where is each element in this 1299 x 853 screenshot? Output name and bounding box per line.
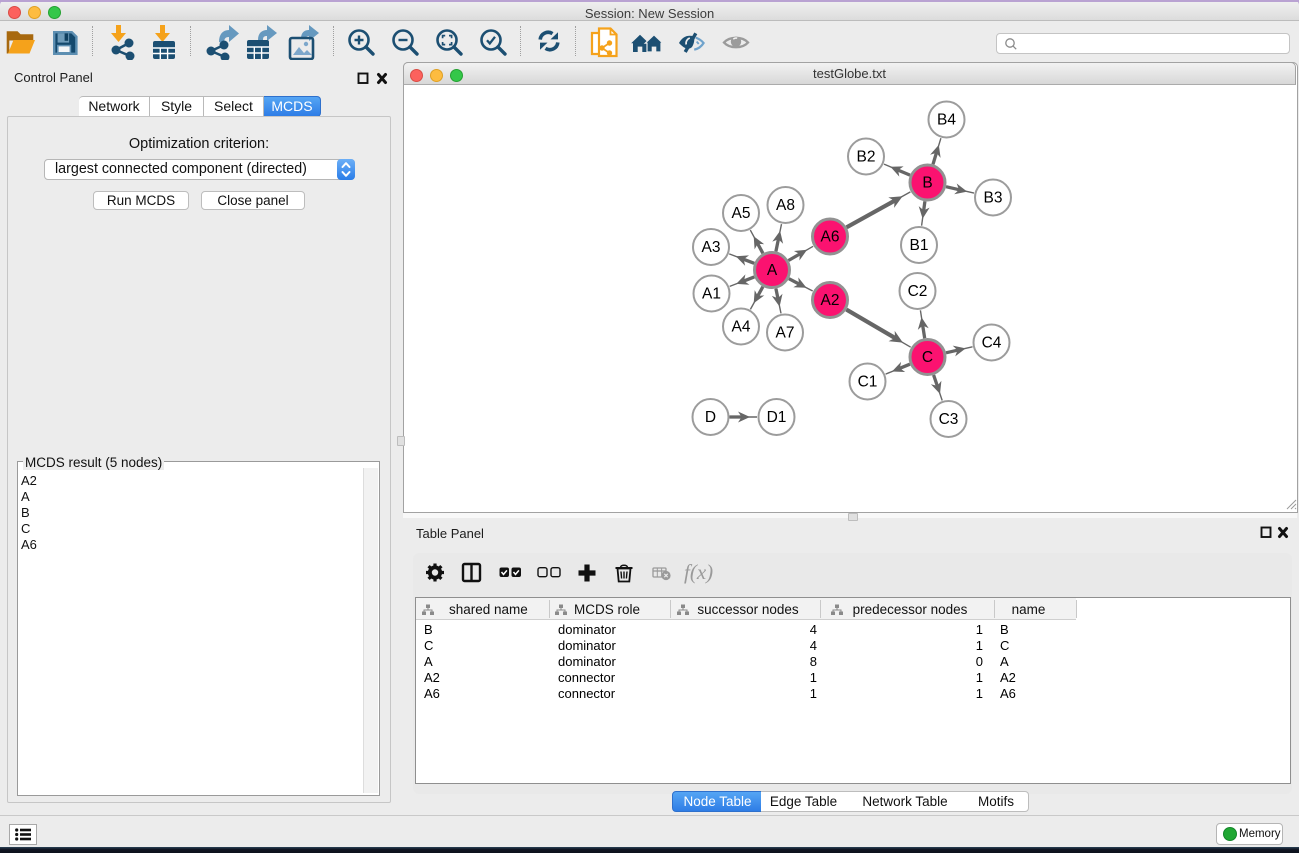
svg-text:C1: C1 [858, 374, 878, 391]
svg-text:A: A [767, 262, 778, 279]
svg-text:A2: A2 [821, 292, 840, 309]
svg-text:A8: A8 [776, 197, 795, 214]
svg-text:B1: B1 [910, 237, 929, 254]
svg-text:A1: A1 [702, 286, 721, 303]
svg-text:A7: A7 [776, 325, 795, 342]
svg-text:C2: C2 [908, 283, 928, 300]
svg-text:B2: B2 [857, 149, 876, 166]
svg-text:C: C [922, 349, 933, 366]
svg-text:B: B [922, 175, 932, 192]
svg-text:B3: B3 [984, 190, 1003, 207]
svg-text:B4: B4 [937, 112, 956, 129]
svg-text:A4: A4 [732, 319, 751, 336]
svg-text:C4: C4 [982, 335, 1002, 352]
svg-text:A5: A5 [732, 205, 751, 222]
svg-text:A3: A3 [702, 239, 721, 256]
svg-text:A6: A6 [821, 229, 840, 246]
svg-text:D: D [705, 409, 716, 426]
svg-text:D1: D1 [767, 409, 787, 426]
svg-text:C3: C3 [939, 411, 959, 428]
